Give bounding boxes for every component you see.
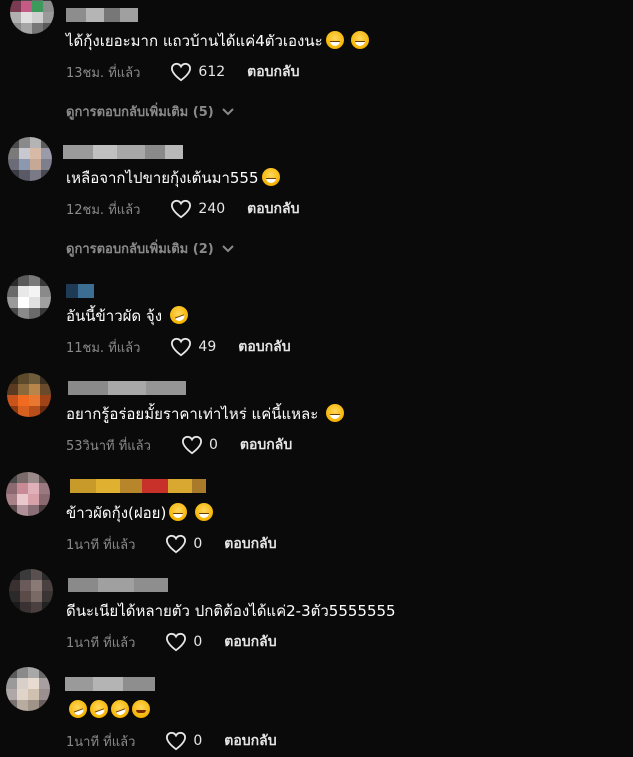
comment-timestamp: 12ชม. ที่แล้ว	[66, 202, 141, 218]
like-button[interactable]: 0	[165, 731, 202, 751]
reply-button[interactable]: ตอบกลับ	[247, 61, 299, 83]
like-button[interactable]: 240	[170, 199, 225, 219]
username-blurred[interactable]	[68, 381, 186, 395]
heart-outline-icon	[171, 62, 192, 82]
grinning-face-emoji	[326, 404, 345, 422]
comment-text: เหลือจากไปขายกุ้งเต้นมา555	[66, 168, 280, 188]
like-count: 0	[208, 437, 218, 453]
comment-text: อันนี้ข้าวผัด จุ้ง	[66, 303, 191, 327]
heart-outline-icon	[166, 632, 187, 652]
comment-text: ดีนะเนียได้หลายตัว ปกติต้องได้แค่2-3ตัว5…	[66, 602, 396, 620]
like-count: 0	[193, 634, 203, 650]
rolling-on-floor-laughing-emoji	[66, 697, 90, 721]
comment-timestamp: 1นาที ที่แล้ว	[66, 734, 136, 750]
avatar[interactable]	[6, 667, 50, 711]
heart-outline-icon	[166, 534, 187, 554]
username-blurred[interactable]	[66, 284, 94, 298]
heart-outline-icon	[171, 337, 192, 357]
comment-text: อยากรู้อร่อยมั้ยราคาเท่าไหร่ แค่นี้แหละ	[66, 404, 345, 424]
avatar[interactable]	[6, 472, 50, 516]
comment-text	[66, 697, 150, 721]
avatar[interactable]	[10, 0, 54, 34]
grinning-face-emoji	[169, 503, 188, 521]
comment-timestamp: 13ชม. ที่แล้ว	[66, 65, 141, 81]
like-count: 240	[198, 201, 226, 217]
avatar[interactable]	[7, 373, 51, 417]
username-blurred[interactable]	[70, 479, 206, 493]
like-button[interactable]: 0	[165, 534, 202, 554]
comment-list: ได้กุ้งเยอะมาก แถวบ้านได้แค่4ตัวเองนะ 13…	[0, 0, 633, 757]
avatar[interactable]	[8, 137, 52, 181]
grinning-face-emoji	[351, 31, 370, 49]
view-more-replies-button[interactable]: ดูการตอบกลับเพิ่มเติม (2)	[66, 238, 234, 259]
heart-outline-icon	[171, 199, 192, 219]
username-blurred[interactable]	[63, 145, 183, 159]
comment-text: ข้าวผัดกุ้ง(ฝอย)	[66, 503, 214, 523]
like-button[interactable]: 49	[170, 337, 216, 357]
avatar[interactable]	[9, 569, 53, 613]
reply-button[interactable]: ตอบกลับ	[224, 631, 276, 653]
like-count: 0	[193, 733, 203, 749]
chevron-down-icon	[221, 107, 234, 115]
comment-timestamp: 11ชม. ที่แล้ว	[66, 340, 141, 356]
grinning-face-emoji	[325, 31, 344, 49]
rolling-on-floor-laughing-emoji	[87, 697, 111, 721]
rolling-on-floor-laughing-emoji	[167, 303, 191, 327]
reply-button[interactable]: ตอบกลับ	[247, 198, 299, 220]
comment-text: ได้กุ้งเยอะมาก แถวบ้านได้แค่4ตัวเองนะ	[66, 31, 370, 51]
like-count: 612	[198, 64, 226, 80]
like-button[interactable]: 612	[170, 62, 225, 82]
reply-button[interactable]: ตอบกลับ	[224, 533, 276, 555]
reply-button[interactable]: ตอบกลับ	[238, 336, 290, 358]
comment-timestamp: 1นาที ที่แล้ว	[66, 537, 136, 553]
like-count: 49	[198, 339, 217, 355]
reply-button[interactable]: ตอบกลับ	[224, 730, 276, 752]
heart-outline-icon	[181, 435, 202, 455]
chevron-down-icon	[221, 244, 234, 252]
like-button[interactable]: 0	[165, 632, 202, 652]
username-blurred[interactable]	[68, 578, 168, 592]
rolling-on-floor-laughing-emoji	[108, 697, 132, 721]
smiling-face-emoji	[132, 700, 150, 718]
comment-timestamp: 1นาที ที่แล้ว	[66, 635, 136, 651]
avatar[interactable]	[7, 275, 51, 319]
heart-outline-icon	[166, 731, 187, 751]
grinning-face-emoji	[195, 503, 214, 521]
view-more-replies-button[interactable]: ดูการตอบกลับเพิ่มเติม (5)	[66, 101, 234, 122]
like-button[interactable]: 0	[181, 435, 218, 455]
username-blurred[interactable]	[65, 677, 155, 691]
like-count: 0	[193, 536, 203, 552]
grinning-face-emoji	[261, 168, 280, 186]
comment-timestamp: 53วินาที ที่แล้ว	[66, 438, 151, 454]
username-blurred[interactable]	[66, 8, 138, 22]
reply-button[interactable]: ตอบกลับ	[240, 434, 292, 456]
